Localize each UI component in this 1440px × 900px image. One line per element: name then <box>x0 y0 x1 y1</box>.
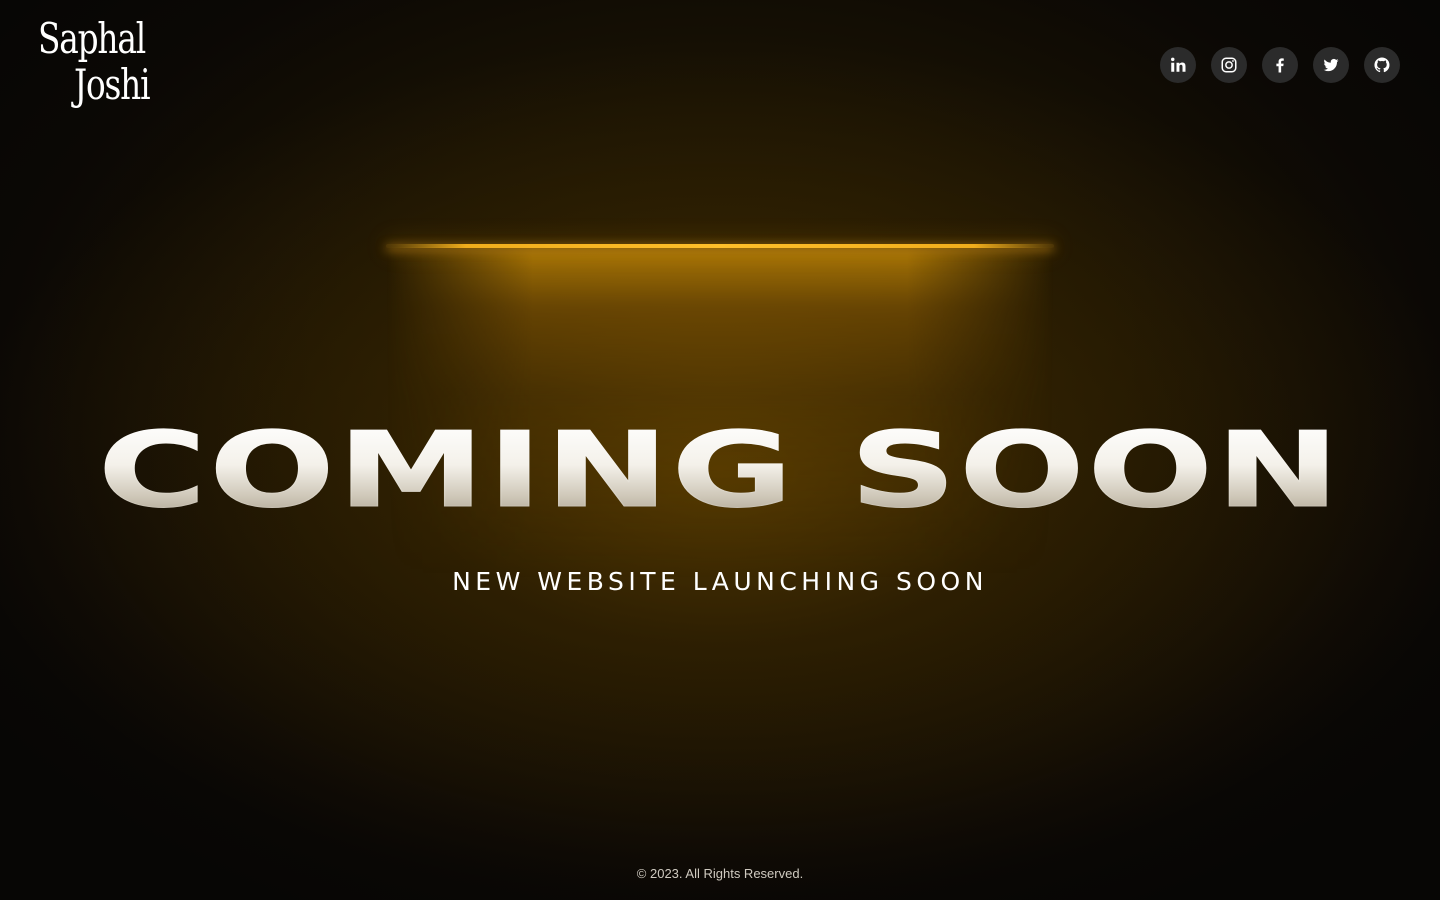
logo-last-name: Joshi <box>74 60 151 109</box>
twitter-link[interactable] <box>1313 47 1349 83</box>
page-headline: COMING SOON <box>0 409 1440 531</box>
logo-first-name: Saphal <box>38 14 146 63</box>
facebook-link[interactable] <box>1262 47 1298 83</box>
brand-logo[interactable]: Saphal Joshi <box>38 16 168 116</box>
instagram-icon <box>1220 56 1238 74</box>
page-subheadline: NEW WEBSITE LAUNCHING SOON <box>452 567 988 596</box>
github-link[interactable] <box>1364 47 1400 83</box>
linkedin-link[interactable] <box>1160 47 1196 83</box>
twitter-icon <box>1322 56 1340 74</box>
spotlight-bar <box>386 244 1054 248</box>
social-links <box>1160 47 1400 83</box>
linkedin-icon <box>1169 56 1187 74</box>
github-icon <box>1373 56 1391 74</box>
headline-text: COMING SOON <box>97 409 1343 531</box>
coming-soon-page: Saphal Joshi COMING SOON NEW WEBSITE LAU… <box>0 0 1440 900</box>
footer-copyright: © 2023. All Rights Reserved. <box>636 866 804 881</box>
instagram-link[interactable] <box>1211 47 1247 83</box>
facebook-icon <box>1271 56 1289 74</box>
